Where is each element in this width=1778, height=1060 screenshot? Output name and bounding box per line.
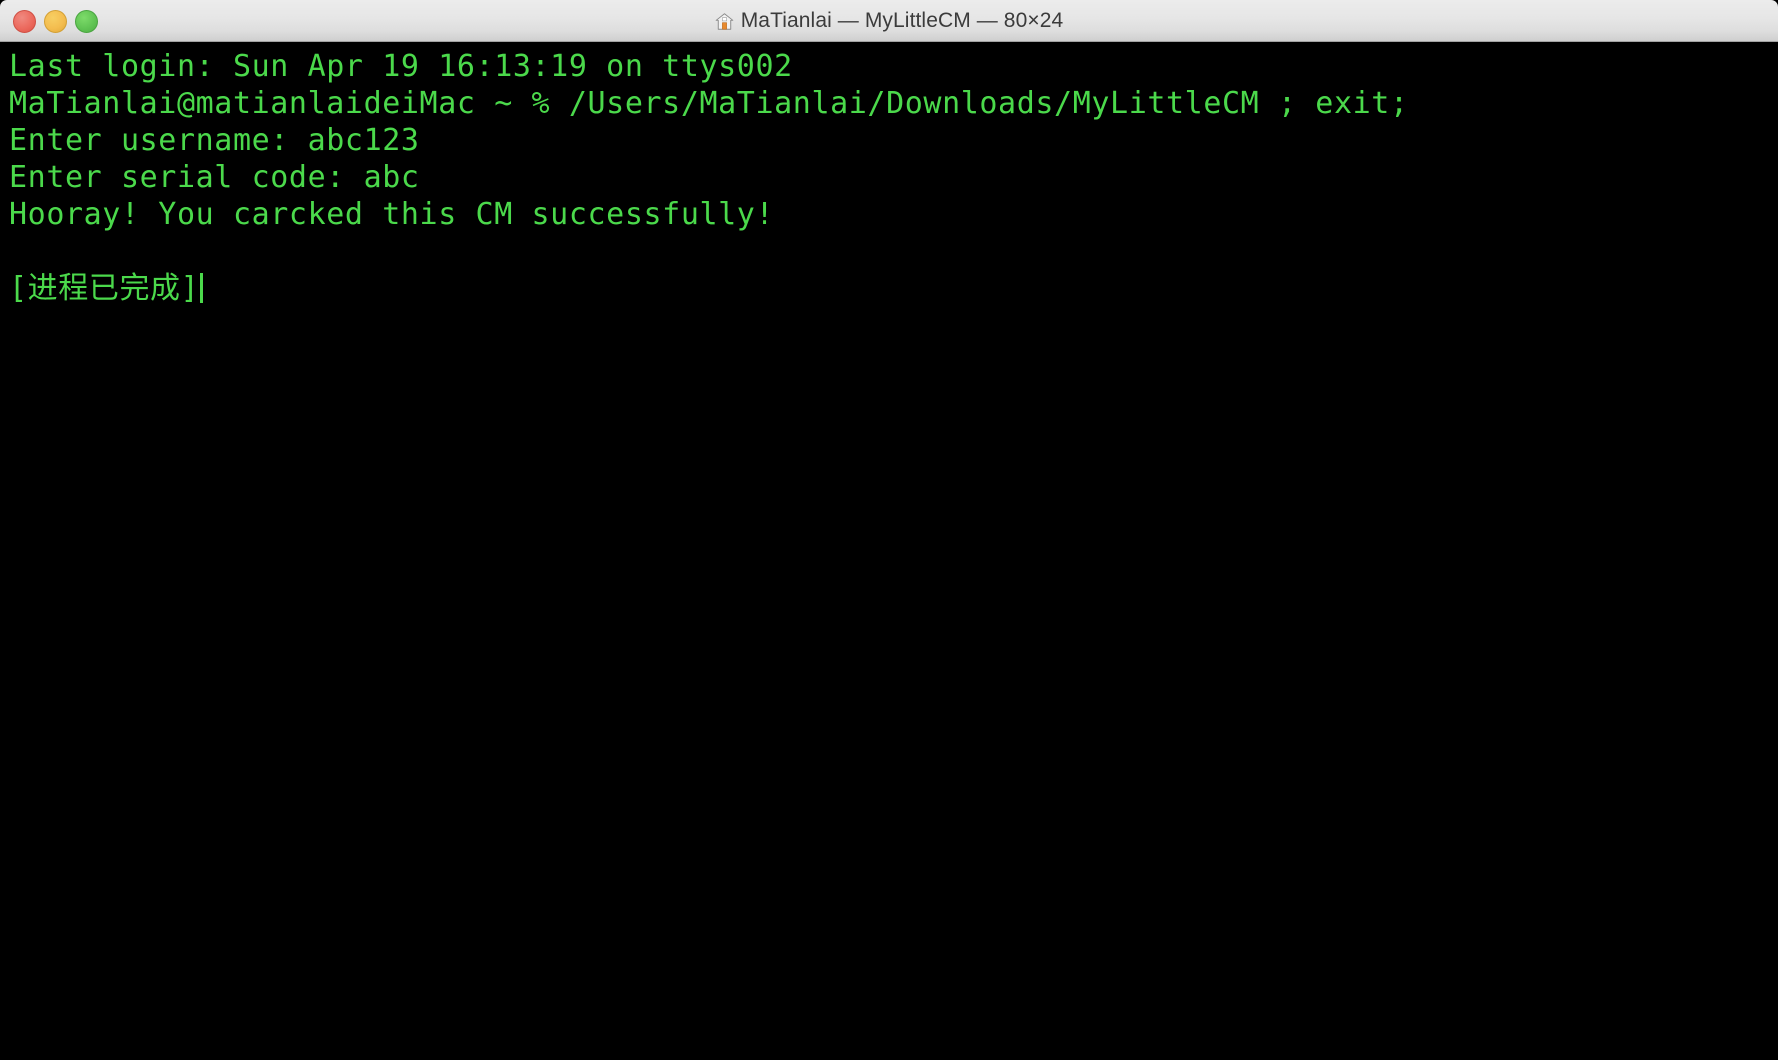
window-title: MaTianlai — MyLittleCM — 80×24 — [740, 9, 1064, 32]
terminal-line: Enter serial code: abc — [9, 160, 420, 195]
terminal-window: MaTianlai — MyLittleCM — 80×24 Last logi… — [0, 0, 1778, 1060]
window-titlebar[interactable]: MaTianlai — MyLittleCM — 80×24 — [0, 0, 1778, 42]
minimize-button[interactable] — [44, 9, 67, 33]
terminal-output-area[interactable]: Last login: Sun Apr 19 16:13:19 on ttys0… — [0, 42, 1778, 1060]
window-controls — [13, 0, 98, 42]
process-complete-text: [进程已完成] — [9, 271, 200, 306]
zoom-button[interactable] — [75, 9, 98, 33]
terminal-line: Enter username: abc123 — [9, 123, 420, 158]
terminal-cursor — [200, 273, 204, 303]
close-button[interactable] — [13, 9, 36, 33]
terminal-line-process-complete: [进程已完成] — [9, 270, 1778, 307]
terminal-line: Hooray! You carcked this CM successfully… — [9, 197, 775, 232]
home-icon — [715, 12, 733, 30]
terminal-line: MaTianlai@matianlaideiMac ~ % /Users/MaT… — [9, 86, 1409, 121]
window-title-block: MaTianlai — MyLittleCM — 80×24 — [0, 0, 1778, 42]
terminal-line: Last login: Sun Apr 19 16:13:19 on ttys0… — [9, 49, 793, 84]
